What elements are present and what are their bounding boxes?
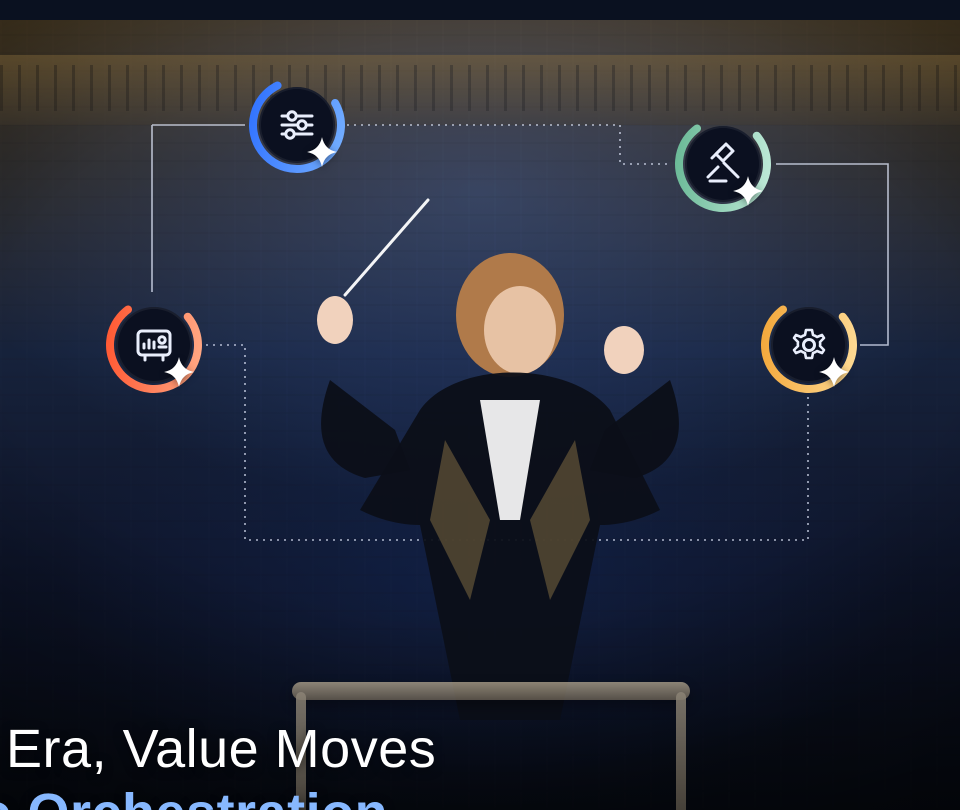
sparkle-icon	[819, 357, 849, 387]
headline-line-2: to Orchestration	[0, 786, 960, 810]
sparkle-icon	[733, 176, 763, 206]
badge-sliders[interactable]	[245, 73, 349, 177]
badge-dashboard[interactable]	[102, 293, 206, 397]
sparkle-icon	[307, 137, 337, 167]
headline-line-1: a Era, Value Moves	[0, 719, 437, 779]
badge-gavel[interactable]	[671, 112, 775, 216]
badge-gear[interactable]	[757, 293, 861, 397]
balcony-railing-background	[0, 55, 960, 125]
podium-railing	[292, 682, 690, 810]
hero-frame: a Era, Value Moves to Orchestration	[0, 0, 960, 810]
top-bar	[0, 0, 960, 20]
sparkle-icon	[164, 357, 194, 387]
